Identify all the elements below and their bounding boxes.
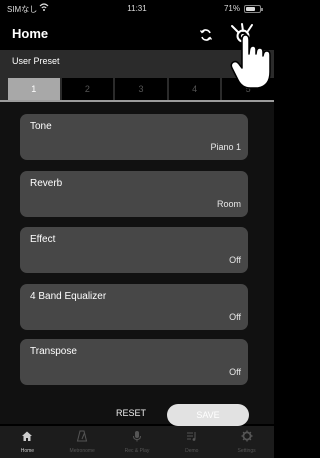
transpose-card[interactable]: Transpose Off [20,339,248,385]
home-icon [22,431,33,441]
bottom-tab-bar: Home Metronome Rec & Play Demo Settings [0,426,274,458]
reverb-label: Reverb [30,178,63,189]
tab-metronome[interactable]: Metronome [55,426,110,458]
preset-tab-2[interactable]: 2 [61,78,114,100]
preset-tab-1[interactable]: 1 [8,78,60,100]
battery-percent: 71% [223,4,240,13]
gear-icon [241,430,253,442]
page-title: Home [12,26,49,41]
tab-demo[interactable]: Demo [164,426,219,458]
equalizer-value: Off [229,312,241,322]
transpose-label: Transpose [30,346,77,357]
effect-value: Off [229,255,241,265]
equalizer-card[interactable]: 4 Band Equalizer Off [20,284,248,330]
preset-label: User Preset [12,56,60,66]
music-list-icon [186,432,196,441]
tab-metronome-label: Metronome [69,448,95,454]
reset-button[interactable]: RESET [116,408,146,418]
metronome-icon [77,430,88,442]
microphone-icon [132,431,141,442]
tab-home-label: Home [20,448,35,454]
transpose-value: Off [229,367,241,377]
status-bar: SIMなし 11:31 71% [0,0,274,18]
reverb-card[interactable]: Reverb Room [20,171,248,217]
action-row: RESET SAVE [0,401,274,427]
tab-home[interactable]: Home [0,426,55,458]
sync-icon[interactable] [199,28,213,42]
tab-rec-play[interactable]: Rec & Play [110,426,165,458]
tab-settings-label: Settings [237,448,256,454]
tap-hand-icon [230,23,271,89]
tab-rec-play-label: Rec & Play [124,448,150,454]
tone-value: Piano 1 [210,142,241,152]
tab-demo-label: Demo [185,448,199,454]
equalizer-label: 4 Band Equalizer [30,291,107,302]
effect-label: Effect [30,234,56,245]
battery-icon [244,5,263,13]
tab-settings[interactable]: Settings [219,426,274,458]
settings-list: Tone Piano 1 Reverb Room Effect Off 4 Ba… [0,102,274,424]
effect-card[interactable]: Effect Off [20,227,248,273]
save-button[interactable]: SAVE [167,404,249,426]
preset-tab-4[interactable]: 4 [168,78,221,100]
preset-tab-3[interactable]: 3 [115,78,167,100]
tone-card[interactable]: Tone Piano 1 [20,114,248,160]
reverb-value: Room [216,199,241,209]
tone-label: Tone [30,121,52,132]
